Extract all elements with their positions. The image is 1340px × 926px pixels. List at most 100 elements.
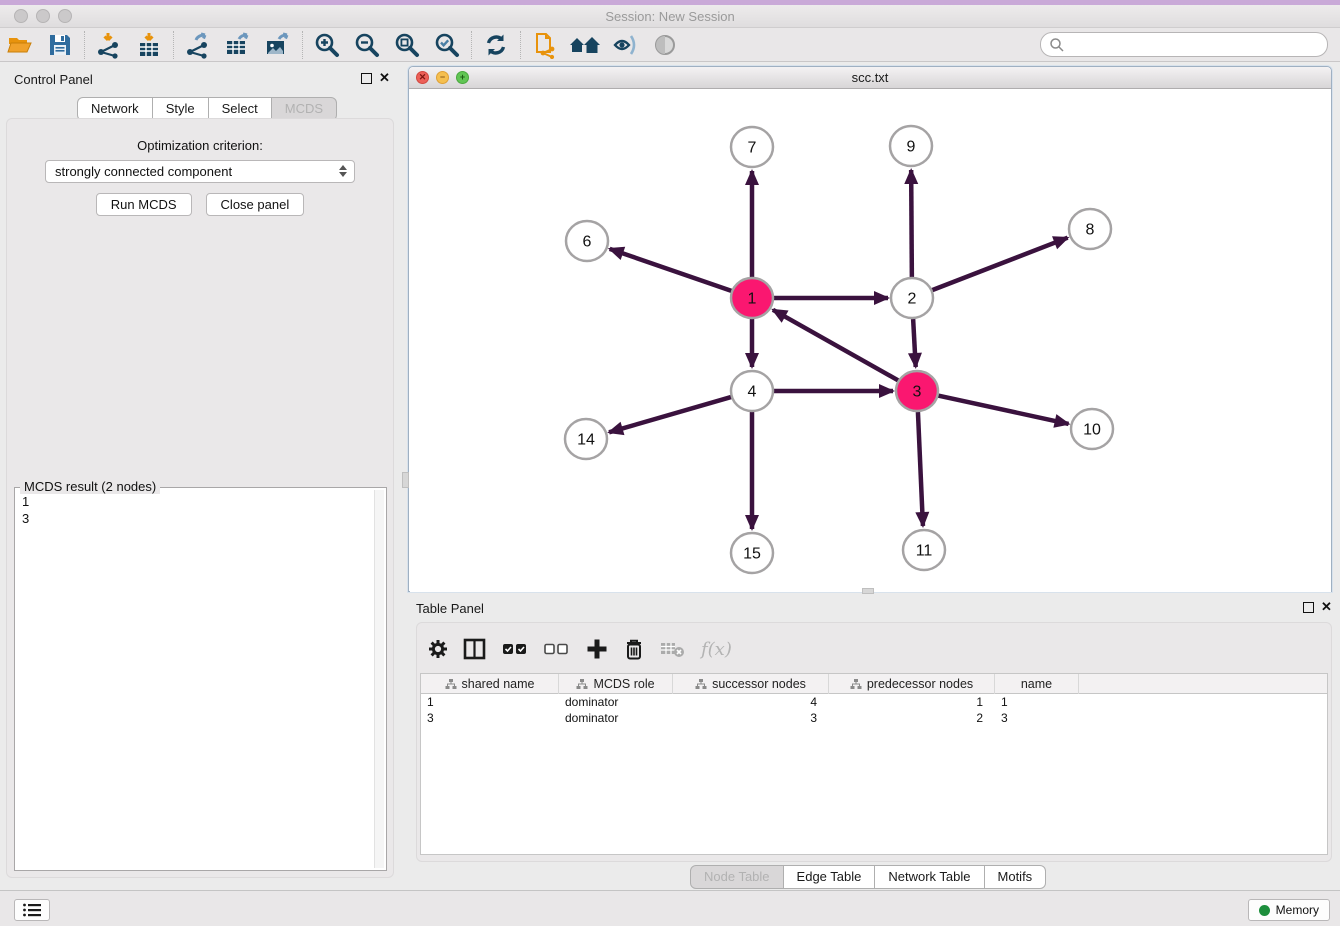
network-graph[interactable]: 7968124314101511 xyxy=(410,89,1331,592)
tree-icon xyxy=(695,678,707,690)
preview-button[interactable] xyxy=(645,30,685,60)
toolbar-separator xyxy=(84,31,85,59)
table-row[interactable]: 1 dominator 4 1 1 xyxy=(421,694,1327,710)
node-table-panel: f(x) shared name MCDS role successor nod… xyxy=(416,622,1332,862)
refresh-icon xyxy=(482,31,510,59)
network-canvas[interactable]: 7968124314101511 xyxy=(410,89,1331,592)
cell-predecessor-nodes[interactable]: 1 xyxy=(829,694,995,710)
mcds-panel: Optimization criterion: strongly connect… xyxy=(6,118,394,878)
graph-node-label: 7 xyxy=(748,140,757,157)
tab-motifs[interactable]: Motifs xyxy=(985,865,1047,889)
float-panel-icon[interactable] xyxy=(361,73,372,84)
graph-node-label: 3 xyxy=(913,384,922,401)
graph-edge-2-9[interactable] xyxy=(911,170,912,277)
apply-layout-button[interactable] xyxy=(476,30,516,60)
close-panel-button[interactable]: Close panel xyxy=(206,193,305,216)
column-header-name[interactable]: name xyxy=(995,674,1079,694)
column-pane-icon[interactable] xyxy=(463,638,487,660)
graph-edge-2-8[interactable] xyxy=(932,238,1068,291)
mcds-result-text[interactable]: 1 3 xyxy=(18,493,372,867)
memory-button[interactable]: Memory xyxy=(1248,899,1330,921)
graph-edge-4-14[interactable] xyxy=(609,397,732,433)
export-table-icon xyxy=(223,31,253,59)
column-header-predecessor-nodes[interactable]: predecessor nodes xyxy=(829,674,995,694)
duplicate-network-button[interactable] xyxy=(525,30,565,60)
cell-successor-nodes[interactable]: 4 xyxy=(673,694,829,710)
column-header-shared-name[interactable]: shared name xyxy=(421,674,559,694)
open-folder-icon xyxy=(6,31,34,59)
tab-edge-table[interactable]: Edge Table xyxy=(784,865,876,889)
import-network-button[interactable] xyxy=(89,30,129,60)
deselect-all-icon[interactable] xyxy=(543,638,571,660)
graph-edge-1-6[interactable] xyxy=(610,249,732,291)
home-button[interactable] xyxy=(565,30,605,60)
delete-icon[interactable] xyxy=(623,637,645,661)
cell-mcds-role[interactable]: dominator xyxy=(559,710,673,726)
zoom-selected-button[interactable] xyxy=(427,30,467,60)
tab-network-table[interactable]: Network Table xyxy=(875,865,984,889)
graph-edge-3-10[interactable] xyxy=(938,395,1069,423)
search-input[interactable] xyxy=(1065,37,1327,52)
save-session-button[interactable] xyxy=(40,30,80,60)
select-all-icon[interactable] xyxy=(501,638,529,660)
search-icon xyxy=(1049,37,1065,53)
float-table-panel-icon[interactable] xyxy=(1303,602,1314,613)
export-image-icon xyxy=(263,31,293,59)
column-header-successor-nodes[interactable]: successor nodes xyxy=(673,674,829,694)
cell-name[interactable]: 3 xyxy=(995,710,1079,726)
graph-node-label: 11 xyxy=(916,543,933,560)
hide-button[interactable] xyxy=(605,30,645,60)
export-image-button[interactable] xyxy=(258,30,298,60)
memory-status-icon xyxy=(1259,905,1270,916)
cell-mcds-role[interactable]: dominator xyxy=(559,694,673,710)
cell-successor-nodes[interactable]: 3 xyxy=(673,710,829,726)
graph-edge-2-3[interactable] xyxy=(913,319,916,367)
main-titlebar: Session: New Session xyxy=(0,5,1340,28)
add-icon[interactable] xyxy=(585,637,609,661)
save-icon xyxy=(46,31,74,59)
table-row[interactable]: 3 dominator 3 2 3 xyxy=(421,710,1327,726)
open-session-button[interactable] xyxy=(0,30,40,60)
run-mcds-button[interactable]: Run MCDS xyxy=(96,193,192,216)
zoom-out-button[interactable] xyxy=(347,30,387,60)
column-header-mcds-role[interactable]: MCDS role xyxy=(559,674,673,694)
graph-node-label: 4 xyxy=(748,384,757,401)
network-window-titlebar[interactable]: ✕ − + scc.txt xyxy=(409,67,1331,89)
list-icon xyxy=(22,902,42,918)
vertical-scrollbar-grip[interactable] xyxy=(402,472,409,488)
graph-edge-3-1[interactable] xyxy=(773,310,899,381)
select-stepper-icon xyxy=(339,165,347,177)
graph-node-label: 10 xyxy=(1083,422,1101,439)
cell-name[interactable]: 1 xyxy=(995,694,1079,710)
export-table-button[interactable] xyxy=(218,30,258,60)
export-network-button[interactable] xyxy=(178,30,218,60)
search-field[interactable] xyxy=(1040,32,1328,57)
mcds-result-scrollbar[interactable] xyxy=(374,490,384,868)
graph-node-label: 1 xyxy=(748,291,757,308)
zoom-in-button[interactable] xyxy=(307,30,347,60)
zoom-in-icon xyxy=(313,31,341,59)
node-table[interactable]: shared name MCDS role successor nodes pr… xyxy=(420,673,1328,855)
toolbar-separator xyxy=(471,31,472,59)
tab-node-table[interactable]: Node Table xyxy=(690,865,784,889)
hide-icon xyxy=(611,31,639,59)
graph-node-label: 6 xyxy=(583,234,592,251)
cell-shared-name[interactable]: 3 xyxy=(421,710,559,726)
cell-predecessor-nodes[interactable]: 2 xyxy=(829,710,995,726)
selected-option: strongly connected component xyxy=(55,164,232,179)
gear-icon[interactable] xyxy=(427,638,449,660)
cell-shared-name[interactable]: 1 xyxy=(421,694,559,710)
zoom-fit-icon xyxy=(393,31,421,59)
task-history-button[interactable] xyxy=(14,899,50,921)
close-panel-icon[interactable]: ✕ xyxy=(379,71,390,85)
duplicate-network-icon xyxy=(531,31,559,59)
delete-table-icon[interactable] xyxy=(659,638,687,660)
import-table-button[interactable] xyxy=(129,30,169,60)
optimization-criterion-select[interactable]: strongly connected component xyxy=(45,160,355,183)
tree-icon xyxy=(576,678,588,690)
zoom-fit-button[interactable] xyxy=(387,30,427,60)
mcds-result-group: MCDS result (2 nodes) 1 3 xyxy=(14,487,387,871)
graph-edge-3-11[interactable] xyxy=(918,412,923,526)
horizontal-scrollbar-grip[interactable] xyxy=(862,588,874,594)
close-table-panel-icon[interactable]: ✕ xyxy=(1321,600,1332,614)
